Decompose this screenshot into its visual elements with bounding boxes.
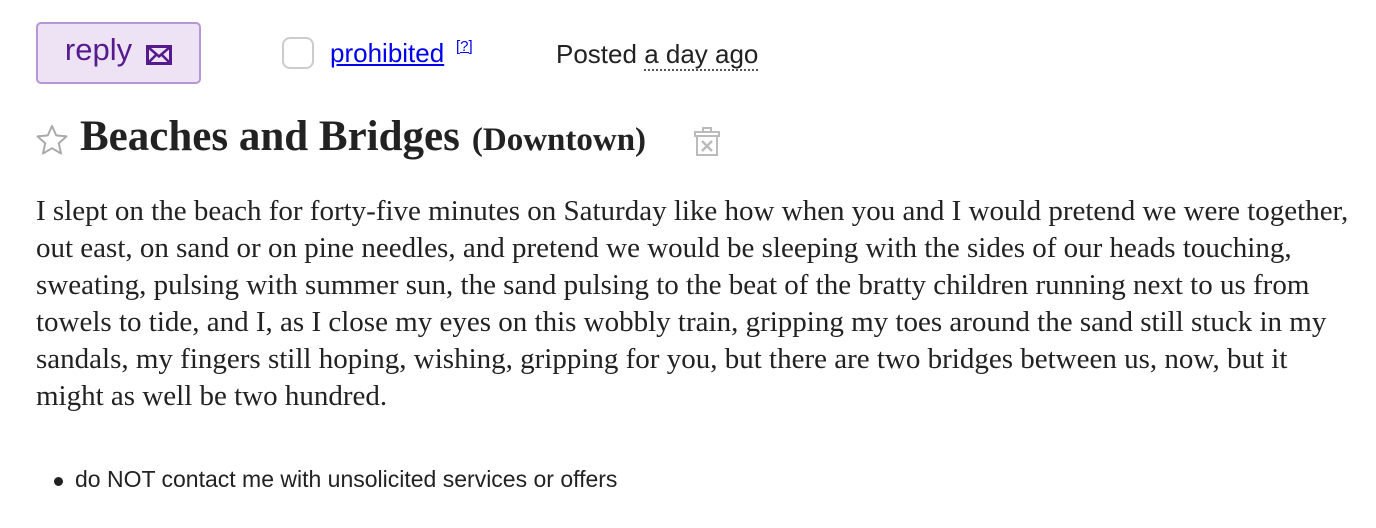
notice-text: do NOT contact me with unsolicited servi… (75, 466, 618, 492)
posting-body: I slept on the beach for forty-five minu… (36, 195, 1349, 412)
prohibited-link[interactable]: prohibited (330, 38, 444, 69)
envelope-icon (146, 44, 173, 66)
bullet (54, 477, 63, 486)
reply-button[interactable]: reply (36, 22, 201, 84)
reply-label: reply (64, 32, 133, 67)
posted-label: Posted (556, 39, 637, 69)
trash-icon[interactable] (694, 127, 720, 157)
star-icon[interactable] (36, 124, 68, 156)
prohibited-flag-checkbox[interactable] (282, 37, 314, 69)
prohibited-help-link[interactable]: [?] (456, 38, 473, 55)
posted-time: a day ago (644, 39, 759, 71)
posting-location: (Downtown) (471, 122, 647, 158)
notices-list: do NOT contact me with unsolicited servi… (48, 466, 617, 493)
posting-title-text: Beaches and Bridges (80, 113, 460, 160)
posting-title: Beaches and Bridges (Downtown) (80, 112, 646, 161)
posted-date: Posted a day ago (556, 39, 759, 71)
notice-item: do NOT contact me with unsolicited servi… (48, 466, 617, 493)
